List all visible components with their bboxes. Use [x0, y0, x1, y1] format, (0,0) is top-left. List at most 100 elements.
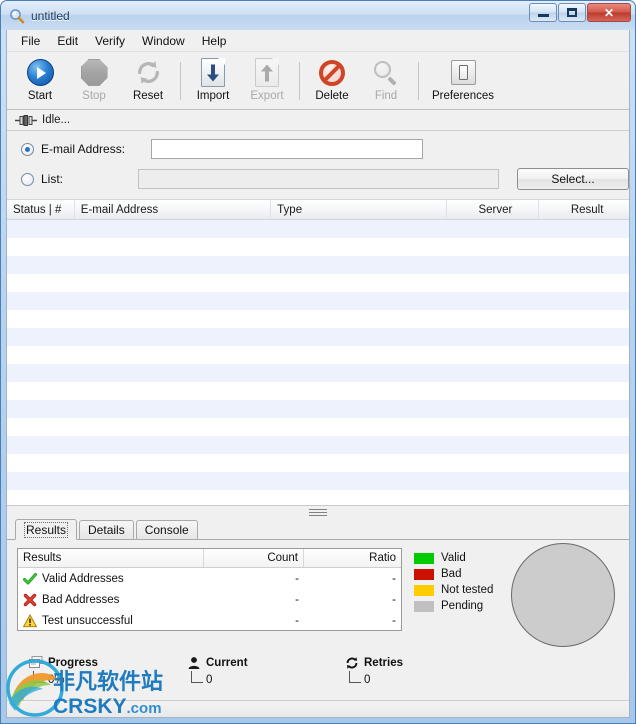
results-row-ratio: - [392, 572, 396, 585]
column-header-server[interactable]: Server [447, 200, 540, 219]
column-header-status[interactable]: Status | # [7, 200, 75, 219]
document-up-arrow-icon [255, 58, 279, 88]
stat-current: Current 0 [187, 656, 345, 700]
legend-swatch-pending [414, 600, 434, 612]
toolbar-button-start[interactable]: Start [13, 55, 67, 107]
radio-email-address[interactable] [21, 142, 34, 156]
magnifier-icon [373, 58, 399, 88]
application-window: untitled ✕ File Edit Verify Window Help [0, 0, 636, 724]
column-header-email-address[interactable]: E-mail Address [75, 200, 272, 219]
toolbar-separator [299, 61, 300, 100]
refresh-icon [135, 58, 162, 88]
stat-retries: Retries 0 [345, 656, 495, 700]
stat-progress-value: 0% [48, 674, 65, 686]
toolbar: Start Stop Reset Import Export Delete Fi… [7, 52, 629, 110]
toolbar-label-stop: Stop [82, 89, 106, 102]
toolbar-label-find: Find [374, 89, 398, 102]
list-row-stripe [7, 400, 629, 418]
results-table-header: Results Count Ratio [18, 549, 401, 568]
menu-item-verify[interactable]: Verify [87, 32, 133, 50]
toolbar-button-export: Export [240, 55, 294, 107]
legend-item-not-tested: Not tested [414, 582, 493, 598]
tree-connector [33, 671, 45, 683]
legend-item-bad: Bad [414, 566, 493, 582]
results-row-count: - [295, 614, 299, 627]
toolbar-button-import[interactable]: Import [186, 55, 240, 107]
menu-item-help[interactable]: Help [194, 32, 235, 50]
input-section: E-mail Address: List: Select... [7, 131, 629, 199]
results-pie-chart [511, 543, 615, 647]
list-row-stripe [7, 274, 629, 292]
menu-bar: File Edit Verify Window Help [7, 30, 629, 52]
list-row-stripe [7, 346, 629, 364]
legend-swatch-valid [414, 552, 434, 564]
list-row-stripe [7, 436, 629, 454]
results-col-count[interactable]: Count [204, 549, 304, 567]
tab-details-label: Details [88, 523, 125, 537]
list-row-stripe [7, 382, 629, 400]
toolbar-button-reset[interactable]: Reset [121, 55, 175, 107]
tree-connector [349, 671, 361, 683]
results-row-count: - [295, 593, 299, 606]
toolbar-label-export: Export [250, 89, 284, 102]
magnifier-icon [9, 8, 25, 24]
menu-item-window[interactable]: Window [134, 32, 193, 50]
legend-label-not-tested: Not tested [441, 584, 494, 596]
list-row-stripe [7, 490, 629, 505]
panel-splitter[interactable] [7, 505, 629, 518]
results-table: Results Count Ratio Valid Addresses - - … [17, 548, 402, 631]
warning-triangle-icon [22, 613, 38, 628]
progress-icon [29, 656, 43, 670]
menu-item-file[interactable]: File [13, 32, 48, 50]
toolbar-label-preferences: Preferences [431, 89, 494, 102]
list-row: List: Select... [7, 167, 629, 191]
legend-label-pending: Pending [441, 600, 484, 612]
list-body[interactable] [7, 220, 629, 505]
status-text: Idle... [42, 114, 71, 126]
legend-swatch-bad [414, 568, 434, 580]
table-row[interactable]: Bad Addresses - - [18, 589, 401, 610]
list-path-input[interactable] [137, 169, 499, 189]
toolbar-button-find: Find [359, 55, 413, 107]
toolbar-button-delete[interactable]: Delete [305, 55, 359, 107]
list-row-stripe [7, 454, 629, 472]
results-row-label: Test unsuccessful [42, 614, 133, 627]
table-row[interactable]: Valid Addresses - - [18, 568, 401, 589]
client-area: File Edit Verify Window Help Start Stop [6, 30, 630, 718]
email-address-input[interactable] [151, 139, 423, 159]
toolbar-button-preferences[interactable]: Preferences [424, 55, 502, 107]
results-col-ratio[interactable]: Ratio [304, 549, 401, 567]
select-button[interactable]: Select... [517, 168, 629, 190]
close-button[interactable]: ✕ [587, 3, 631, 22]
column-header-result[interactable]: Result [539, 200, 629, 219]
email-list-view: Status | # E-mail Address Type Server Re… [7, 199, 629, 505]
results-col-name[interactable]: Results [18, 549, 204, 567]
status-strip: Idle... [7, 110, 629, 131]
stat-current-label: Current [206, 657, 248, 669]
column-header-type[interactable]: Type [271, 200, 447, 219]
results-panel: Results Count Ratio Valid Addresses - - … [7, 540, 629, 652]
toolbar-button-stop: Stop [67, 55, 121, 107]
minimize-button[interactable] [529, 3, 557, 22]
tab-results[interactable]: Results [15, 519, 78, 540]
stat-retries-label: Retries [364, 657, 403, 669]
label-email-address: E-mail Address: [41, 142, 126, 156]
menu-item-edit[interactable]: Edit [49, 32, 86, 50]
maximize-button[interactable] [558, 3, 586, 22]
close-icon: ✕ [603, 5, 615, 20]
tab-strip: Results Details Console [7, 518, 629, 540]
tab-details[interactable]: Details [79, 520, 134, 539]
maximize-icon [567, 8, 577, 17]
list-row-stripe [7, 238, 629, 256]
list-row-stripe [7, 310, 629, 328]
results-row-label: Valid Addresses [42, 572, 124, 585]
list-row-stripe [7, 292, 629, 310]
list-row-stripe [7, 418, 629, 436]
toolbar-label-start: Start [27, 89, 53, 102]
legend-label-valid: Valid [441, 552, 466, 564]
toolbar-separator [418, 61, 419, 100]
table-row[interactable]: Test unsuccessful - - [18, 610, 401, 631]
tab-console[interactable]: Console [135, 520, 198, 539]
radio-list[interactable] [21, 172, 34, 186]
legend-swatch-not-tested [414, 584, 434, 596]
